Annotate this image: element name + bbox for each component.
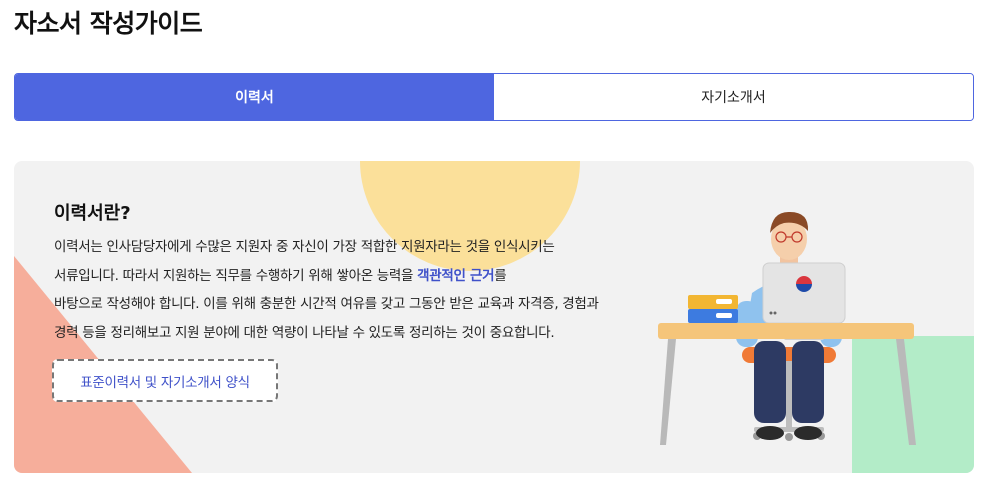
description-line: 경력 등을 정리해보고 지원 분야에 대한 역량이 나타날 수 있도록 정리하는…	[54, 324, 555, 341]
description-text: 를	[494, 267, 507, 284]
guide-tabs: 이력서 자기소개서	[14, 73, 974, 121]
tab-cover-letter[interactable]: 자기소개서	[494, 74, 973, 120]
description-line: 바탕으로 작성해야 합니다. 이를 위해 충분한 시간적 여유를 갖고 그동안 …	[54, 296, 599, 312]
tab-resume[interactable]: 이력서	[15, 74, 494, 120]
description-text: 서류입니다. 따라서 지원하는 직무를 수행하기 위해 쌓아온 능력을	[54, 267, 418, 284]
resume-info-card: 이력서란? 이력서는 인사담당자에게 수많은 지원자 중 자신이 가장 적합한 …	[14, 161, 974, 473]
highlight-text: 객관적인 근거	[417, 267, 495, 284]
person-at-desk-illustration	[658, 211, 916, 445]
description-line: 서류입니다. 따라서 지원하는 직무를 수행하기 위해 쌓아온 능력을 객관적인…	[54, 262, 694, 291]
standard-form-button[interactable]: 표준이력서 및 자기소개서 양식	[52, 359, 278, 402]
page-title: 자소서 작성가이드	[14, 9, 203, 38]
card-heading: 이력서란?	[54, 203, 131, 224]
description-line: 이력서는 인사담당자에게 수많은 지원자 중 자신이 가장 적합한 지원자라는 …	[54, 239, 555, 255]
card-description: 이력서는 인사담당자에게 수많은 지원자 중 자신이 가장 적합한 지원자라는 …	[54, 233, 694, 347]
